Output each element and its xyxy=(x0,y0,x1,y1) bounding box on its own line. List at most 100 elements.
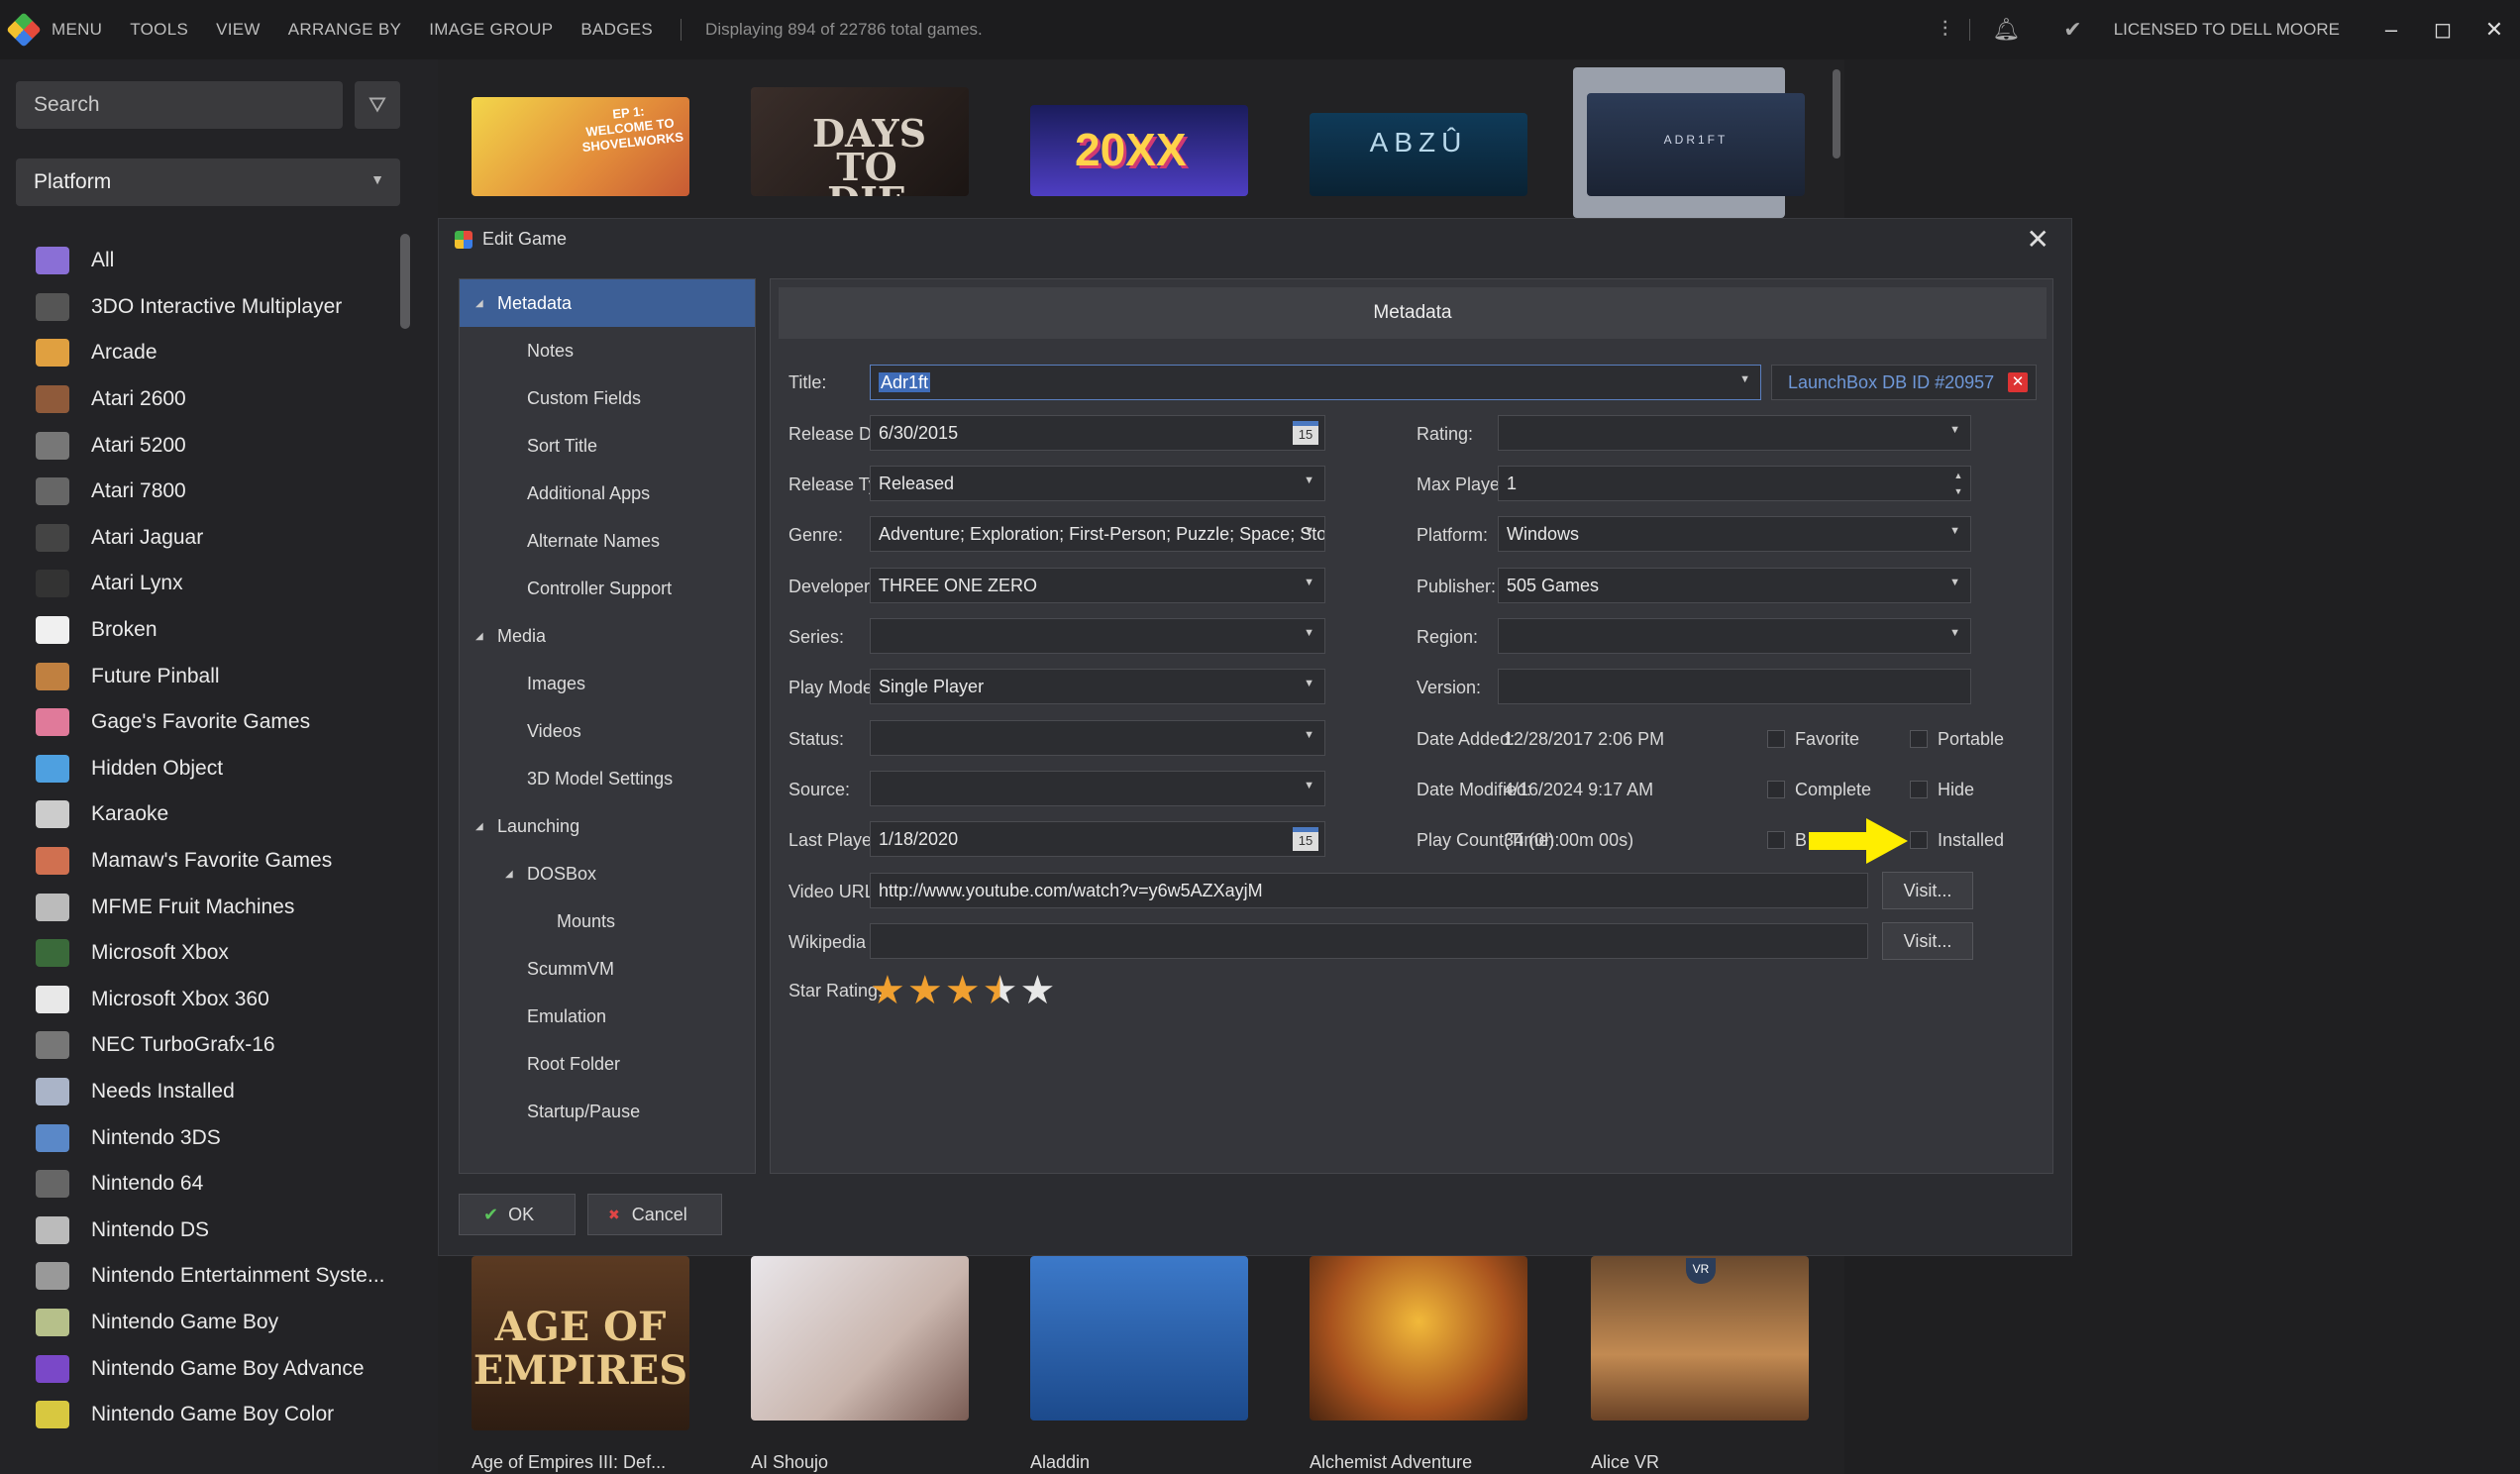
installed-checkbox[interactable] xyxy=(1910,831,1928,849)
status-dropdown[interactable]: ▼ xyxy=(870,720,1325,756)
sidebar-item-platform[interactable]: Gage's Favorite Games xyxy=(36,699,402,746)
sidebar-item-platform[interactable]: Nintendo 3DS xyxy=(36,1114,402,1161)
sidebar-item-platform[interactable]: Microsoft Xbox 360 xyxy=(36,977,402,1023)
star-icon[interactable]: ★ xyxy=(907,971,943,1010)
hide-checkbox[interactable] xyxy=(1910,781,1928,798)
title-field[interactable]: Adr1ft ▼ xyxy=(870,365,1761,400)
release-date-field[interactable]: 6/30/2015 15 xyxy=(870,415,1325,451)
sidebar-item-platform[interactable]: Hidden Object xyxy=(36,746,402,792)
sidebar-item-platform[interactable]: All xyxy=(36,238,402,284)
expand-triangle-icon[interactable]: ◢ xyxy=(475,631,483,642)
sidebar-item-platform[interactable]: Nintendo Entertainment Syste... xyxy=(36,1253,402,1300)
game-title-label[interactable]: Aladdin xyxy=(1030,1452,1090,1473)
nav-item-root-folder[interactable]: Root Folder xyxy=(460,1040,755,1088)
menu-arrange-by[interactable]: ARRANGE BY xyxy=(288,20,401,40)
nav-item-controller-support[interactable]: Controller Support xyxy=(460,565,755,612)
game-tile[interactable]: DAYS TO DIE xyxy=(751,87,969,196)
cancel-button[interactable]: ✖ Cancel xyxy=(587,1194,722,1235)
nav-item-emulation[interactable]: Emulation xyxy=(460,993,755,1040)
sidebar-item-platform[interactable]: Nintendo 64 xyxy=(36,1161,402,1208)
game-tile[interactable] xyxy=(1030,1256,1248,1421)
video-visit-button[interactable]: Visit... xyxy=(1882,872,1973,909)
menu-badges[interactable]: BADGES xyxy=(580,20,653,40)
star-icon[interactable]: ★ xyxy=(870,971,905,1010)
game-tile[interactable]: EP 1: WELCOME TO SHOVELWORKS xyxy=(472,97,689,196)
menu-tools[interactable]: TOOLS xyxy=(130,20,188,40)
nav-item-additional-apps[interactable]: Additional Apps xyxy=(460,470,755,517)
sidebar-item-platform[interactable]: Atari Jaguar xyxy=(36,515,402,562)
game-title-label[interactable]: Alice VR xyxy=(1591,1452,1659,1473)
sidebar-item-platform[interactable]: Needs Installed xyxy=(36,1069,402,1115)
sidebar-item-platform[interactable]: Arcade xyxy=(36,330,402,376)
complete-checkbox[interactable] xyxy=(1767,781,1785,798)
bell-icon[interactable]: 🔔︎ xyxy=(1992,17,2020,43)
wikipedia-url-field[interactable] xyxy=(870,923,1868,959)
game-tile[interactable]: VR xyxy=(1591,1256,1809,1421)
sidebar-item-platform[interactable]: Atari 7800 xyxy=(36,469,402,515)
nav-item-custom-fields[interactable]: Custom Fields xyxy=(460,374,755,422)
last-played-field[interactable]: 1/18/2020 15 xyxy=(870,821,1325,857)
nav-item-notes[interactable]: Notes xyxy=(460,327,755,374)
game-tile[interactable]: ABZÛ xyxy=(1310,113,1527,196)
sidebar-item-platform[interactable]: Nintendo Game Boy Advance xyxy=(36,1345,402,1392)
release-type-dropdown[interactable]: Released ▼ xyxy=(870,466,1325,501)
sidebar-item-platform[interactable]: Karaoke xyxy=(36,791,402,838)
developer-dropdown[interactable]: THREE ONE ZERO ▼ xyxy=(870,568,1325,603)
menu-view[interactable]: VIEW xyxy=(216,20,261,40)
game-title-label[interactable]: Age of Empires III: Def... xyxy=(472,1452,666,1473)
sidebar-item-platform[interactable]: NEC TurboGrafx-16 xyxy=(36,1022,402,1069)
sidebar-item-platform[interactable]: Nintendo Game Boy Color xyxy=(36,1392,402,1438)
minimize-icon[interactable]: – xyxy=(2365,17,2417,43)
sidebar-item-platform[interactable]: 3DO Interactive Multiplayer xyxy=(36,284,402,331)
chevron-down-icon[interactable]: ▼ xyxy=(1739,373,1750,385)
expand-triangle-icon[interactable]: ◢ xyxy=(505,869,513,880)
nav-item-sort-title[interactable]: Sort Title xyxy=(460,422,755,470)
calendar-icon[interactable]: 15 xyxy=(1293,421,1318,445)
star-icon[interactable]: ★ xyxy=(983,971,1018,1010)
sidebar-item-platform[interactable]: MFME Fruit Machines xyxy=(36,884,402,930)
game-tile[interactable]: AGE OF EMPIRES xyxy=(472,1256,689,1430)
game-tile[interactable] xyxy=(751,1256,969,1421)
star-icon[interactable]: ★ xyxy=(1019,971,1055,1010)
source-dropdown[interactable]: ▼ xyxy=(870,771,1325,806)
portable-checkbox[interactable] xyxy=(1910,730,1928,748)
calendar-icon[interactable]: 15 xyxy=(1293,827,1318,851)
game-title-label[interactable]: AI Shoujo xyxy=(751,1452,828,1473)
game-title-label[interactable]: Alchemist Adventure xyxy=(1310,1452,1472,1473)
sidebar-item-platform[interactable]: Atari 5200 xyxy=(36,422,402,469)
publisher-dropdown[interactable]: 505 Games ▼ xyxy=(1498,568,1971,603)
maximize-icon[interactable]: ◻ xyxy=(2417,17,2468,43)
stepper-arrows-icon[interactable]: ▲ ▼ xyxy=(1948,468,1968,499)
nav-item-launching[interactable]: ◢ Launching xyxy=(460,802,755,850)
sidebar-item-platform[interactable]: Nintendo DS xyxy=(36,1207,402,1253)
gallery-scrollbar[interactable] xyxy=(1833,69,1840,158)
region-dropdown[interactable]: ▼ xyxy=(1498,618,1971,654)
nav-item-mounts[interactable]: Mounts xyxy=(460,897,755,945)
sidebar-item-platform[interactable]: Atari 2600 xyxy=(36,376,402,423)
max-players-stepper[interactable]: 1 ▲ ▼ xyxy=(1498,466,1971,501)
nav-item-alternate-names[interactable]: Alternate Names xyxy=(460,517,755,565)
rating-dropdown[interactable]: ▼ xyxy=(1498,415,1971,451)
sidebar-item-platform[interactable]: Nintendo Game Boy xyxy=(36,1300,402,1346)
platform-dropdown[interactable]: Platform ▼ xyxy=(16,158,400,206)
game-tile[interactable] xyxy=(1310,1256,1527,1421)
game-tile[interactable]: 20XX xyxy=(1030,105,1248,196)
video-url-field[interactable]: http://www.youtube.com/watch?v=y6w5AZXay… xyxy=(870,873,1868,908)
game-tile-selected[interactable]: ADR1FT xyxy=(1587,93,1805,196)
sidebar-item-platform[interactable]: Broken xyxy=(36,607,402,654)
version-field[interactable] xyxy=(1498,669,1971,704)
search-input[interactable]: Search xyxy=(16,81,343,129)
ok-button[interactable]: ✔ OK xyxy=(459,1194,576,1235)
nav-item-scummvm[interactable]: ScummVM xyxy=(460,945,755,993)
star-icon[interactable]: ★ xyxy=(945,971,981,1010)
nav-item-3d-model-settings[interactable]: 3D Model Settings xyxy=(460,755,755,802)
wikipedia-visit-button[interactable]: Visit... xyxy=(1882,922,1973,960)
nav-item-startup-pause[interactable]: Startup/Pause xyxy=(460,1088,755,1135)
broken-checkbox[interactable] xyxy=(1767,831,1785,849)
launchbox-db-id[interactable]: LaunchBox DB ID #20957 ✕ xyxy=(1771,365,2037,400)
close-icon[interactable]: ✕ xyxy=(2027,223,2049,256)
nav-item-images[interactable]: Images xyxy=(460,660,755,707)
play-mode-dropdown[interactable]: Single Player ▼ xyxy=(870,669,1325,704)
filter-icon[interactable]: ⛛ xyxy=(355,81,400,129)
expand-triangle-icon[interactable]: ◢ xyxy=(475,298,483,309)
